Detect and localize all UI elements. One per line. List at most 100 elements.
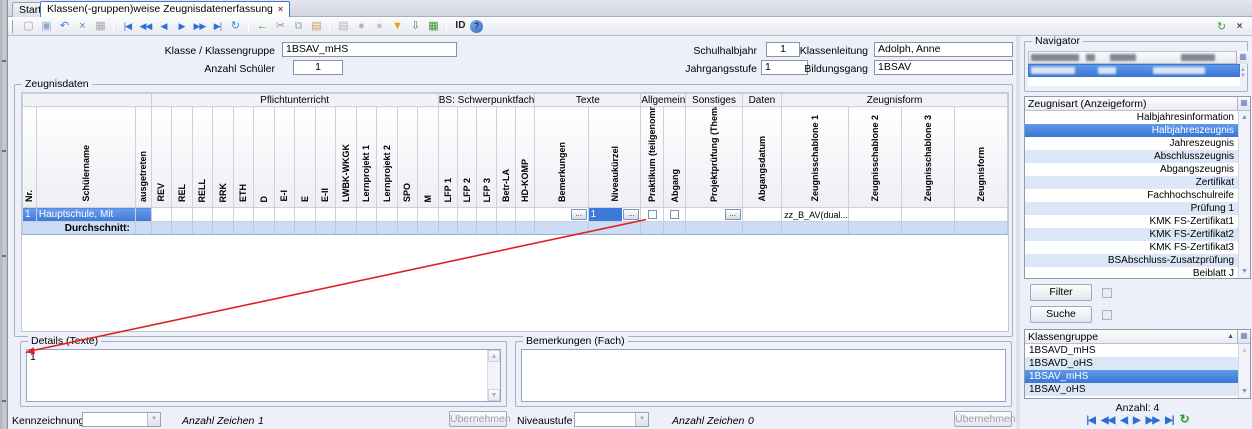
copy-icon[interactable]: ⧉ [290,18,307,35]
niveaukuerzel-cell[interactable]: 1... [588,208,641,222]
zeugnisart-item[interactable]: KMK FS-Zertifikat3 [1025,241,1250,254]
column-header[interactable]: Niveaukürzel [588,107,641,208]
zeugnisart-item[interactable]: Halbjahreszeugnis [1025,124,1250,137]
tab-zeugnisdatenerfassung[interactable]: Klassen(-gruppen)weise Zeugnisdatenerfas… [40,1,290,17]
scroll-up-icon[interactable]: ▲ [1239,112,1250,123]
pager-first-icon[interactable]: |◀ [1086,415,1095,426]
column-header[interactable]: LFP 1 [438,107,457,208]
pager-last-icon[interactable]: ▶| [1165,415,1174,426]
column-header[interactable]: Zeugnisschablone 2 [848,107,901,208]
pin-icon[interactable]: ● [371,18,388,35]
column-header[interactable]: LFP 2 [458,107,477,208]
column-header[interactable]: ETH [233,107,254,208]
ellipsis-button[interactable]: ... [623,209,639,220]
column-chooser-icon[interactable]: ▦ [1237,330,1250,343]
column-header[interactable]: SPO [397,107,418,208]
nav-forward-icon[interactable]: ▶ [173,18,190,35]
zeugnisart-item[interactable]: Prüfung 1 [1025,202,1250,215]
column-header[interactable]: Projektprüfung (Thema) [686,107,742,208]
zeugnisart-item[interactable]: Abschlusszeugnis [1025,150,1250,163]
close-panel-icon[interactable]: × [1231,19,1248,36]
preview-icon[interactable]: ● [353,18,370,35]
student-name-cell[interactable]: Hauptschule, Mit [36,208,135,222]
bemerkungen-fach-textarea[interactable] [521,349,1006,402]
grade-cell[interactable] [254,208,275,222]
projektpruefung-cell[interactable]: ... [686,208,742,222]
help-icon[interactable]: ? [470,20,483,33]
details-scrollbar[interactable]: ▲ ▼ [487,350,500,401]
grade-cell[interactable] [516,208,535,222]
export-table-icon[interactable]: ⇩ [407,18,424,35]
zeugnisart-item[interactable]: Abgangszeugnis [1025,163,1250,176]
column-header[interactable]: Betr-LA [496,107,515,208]
column-header[interactable]: ausgetreten [135,107,151,208]
column-header[interactable]: E-I [274,107,295,208]
grade-cell[interactable] [458,208,477,222]
bildungsgang-field[interactable]: 1BSAV [874,60,1013,75]
grade-cell[interactable] [848,208,901,222]
grade-cell[interactable] [213,208,234,222]
pager-fast-forward-icon[interactable]: ▶▶ [1146,415,1159,426]
pager-fast-back-icon[interactable]: ◀◀ [1101,415,1114,426]
pager-refresh-icon[interactable]: ↻ [1180,412,1189,426]
scroll-down-icon[interactable]: ▼ [1239,266,1250,277]
ausgetreten-cell[interactable] [135,208,151,222]
zeugnisart-item[interactable]: BSAbschluss-Zusatzprüfung [1025,254,1250,267]
scroll-down-icon[interactable]: ▼ [488,389,500,401]
nav-fast-back-icon[interactable]: ◀◀ [137,18,154,35]
cut-icon[interactable]: ✂ [272,18,289,35]
collapsed-side-strip[interactable] [0,0,8,429]
nav-last-icon[interactable]: ▶| [209,18,226,35]
klassengruppe-item[interactable]: 1BSAV_mHS [1025,370,1250,383]
column-header[interactable]: Lernprojekt 2 [377,107,398,208]
grade-cell[interactable] [954,208,1007,222]
new-icon[interactable]: ▢ [20,18,37,35]
column-chooser-icon[interactable]: ▦ [1236,51,1249,64]
column-header[interactable]: Abgang [663,107,685,208]
column-header[interactable]: Lernprojekt 1 [356,107,377,208]
grade-cell[interactable] [742,208,781,222]
grade-cell[interactable] [477,208,496,222]
ellipsis-button[interactable]: ... [725,209,741,220]
klassengruppe-header[interactable]: Klassengruppe ▲ ▦ [1025,330,1250,344]
grade-cell[interactable] [315,208,336,222]
grade-cell[interactable] [901,208,954,222]
zeugnisart-item[interactable]: KMK FS-Zertifikat2 [1025,228,1250,241]
scroll-up-icon[interactable]: ▲ [1239,345,1250,356]
column-header[interactable]: RRK [213,107,234,208]
anzahl-schueler-field[interactable]: 1 [293,60,343,75]
undo-icon[interactable]: ↶ [56,18,73,35]
filter-funnel-icon[interactable]: ▼ [389,18,406,35]
chevron-down-icon[interactable]: ▼ [147,413,160,426]
details-texte-textarea[interactable]: 1 ▲ ▼ [26,349,501,402]
paste-icon[interactable]: ▤ [308,18,325,35]
save-icon[interactable]: ▣ [38,18,55,35]
ellipsis-button[interactable]: ... [571,209,587,220]
niveaukuerzel-editor[interactable]: 1... [589,208,641,221]
grade-cell[interactable] [336,208,357,222]
column-header[interactable]: E [295,107,316,208]
column-header[interactable]: LFP 3 [477,107,496,208]
zeugnisart-item[interactable]: Fachhochschulreife [1025,189,1250,202]
column-header[interactable]: HD-KOMP [516,107,535,208]
klassengruppe-item[interactable]: 1BSAVD_mHS [1025,344,1250,357]
zeugnisart-scrollbar[interactable]: ▲ ▼ [1238,111,1250,278]
klasse-field[interactable]: 1BSAV_mHS [282,42,457,57]
nav-first-icon[interactable]: |◀ [119,18,136,35]
column-chooser-icon[interactable]: ▦ [1237,97,1250,110]
column-header[interactable]: REL [172,107,193,208]
row-number-cell[interactable]: 1 [23,208,37,222]
klassengruppe-item[interactable]: 1BSAVD_oHS [1025,357,1250,370]
nav-fast-forward-icon[interactable]: ▶▶ [191,18,208,35]
filter-button[interactable]: Filter [1030,284,1092,301]
column-header[interactable]: Abgangsdatum [742,107,781,208]
uebernehmen-button-fach[interactable]: Übernehmen [954,411,1012,427]
delete-icon[interactable]: × [74,18,91,35]
suche-checkbox[interactable] [1102,310,1112,320]
student-row[interactable]: 1Hauptschule, Mit...1......zz_B_AV(dual.… [23,208,1008,222]
column-header[interactable]: Praktikum (teilgenommen) [641,107,663,208]
zeugnisschablone1-cell[interactable]: zz_B_AV(dual... [782,208,849,222]
navigator-header-row[interactable] [1028,51,1240,64]
grade-cell[interactable] [295,208,316,222]
zeugnisart-item[interactable]: Halbjahresinformation [1025,111,1250,124]
